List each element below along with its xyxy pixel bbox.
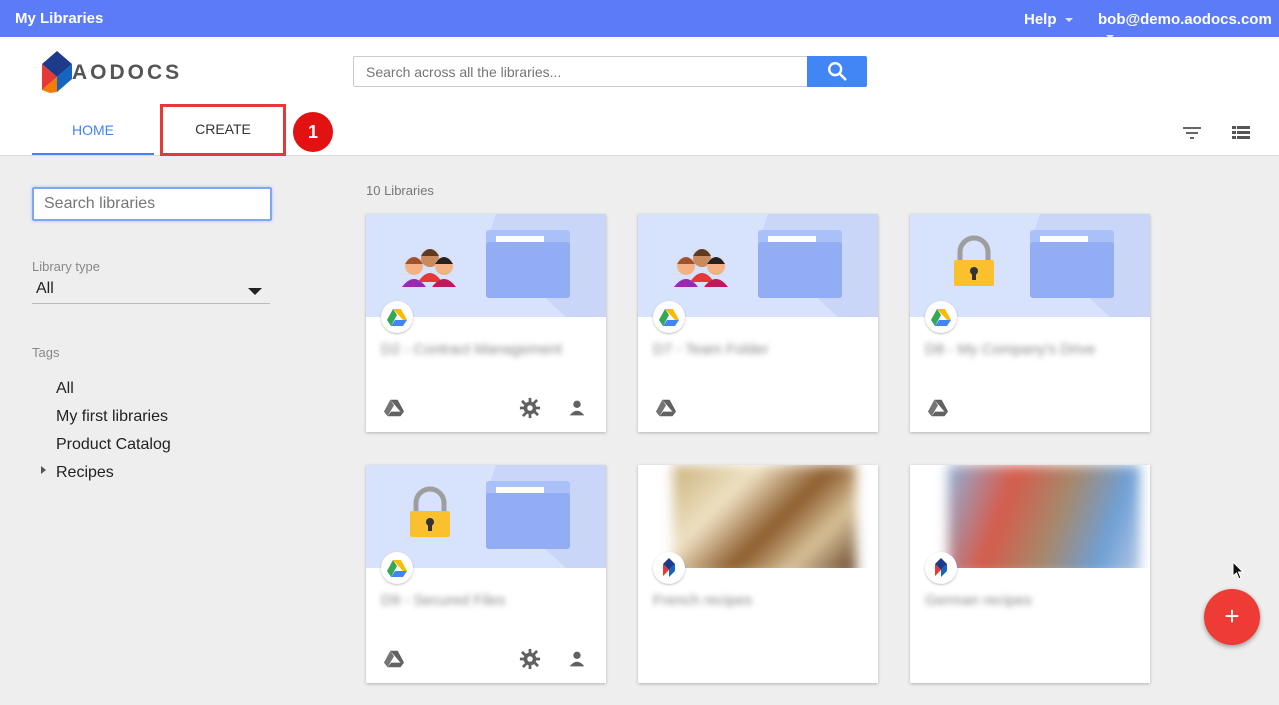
google-drive-badge	[381, 301, 413, 333]
help-label: Help	[1024, 11, 1057, 28]
aodocs-logo-icon	[42, 51, 72, 93]
tag-item-all[interactable]: All	[56, 380, 74, 398]
google-drive-icon	[655, 399, 677, 417]
library-card[interactable]: D8 - My Company's Drive	[910, 214, 1150, 432]
library-card[interactable]: French recipes	[638, 465, 878, 683]
aodocs-logo-icon	[663, 558, 675, 577]
google-drive-icon	[387, 560, 407, 577]
library-name: D2 - Contract Management	[381, 341, 562, 358]
library-name: D8 - My Company's Drive	[925, 341, 1096, 358]
google-drive-icon	[383, 650, 405, 668]
library-name: D7 - Team Folder	[653, 341, 769, 358]
recipe-photo	[673, 465, 856, 568]
list-view-icon[interactable]	[1229, 121, 1253, 145]
tags-label: Tags	[32, 345, 60, 360]
aodocs-logo-icon	[935, 558, 947, 577]
library-type-label: Library type	[32, 259, 100, 274]
google-drive-icon	[383, 399, 405, 417]
tag-item-recipes[interactable]: Recipes	[56, 464, 114, 482]
recipe-photo	[948, 465, 1140, 568]
user-email: bob@demo.aodocs.com	[1098, 11, 1272, 28]
tag-item-product-catalog[interactable]: Product Catalog	[56, 436, 171, 454]
library-name: French recipes	[653, 592, 753, 609]
search-icon	[828, 62, 847, 81]
add-library-button[interactable]: +	[1204, 589, 1260, 645]
library-type-select[interactable]: All	[32, 280, 270, 304]
search-button[interactable]	[807, 56, 867, 87]
google-drive-badge	[925, 301, 957, 333]
library-search-input[interactable]	[32, 187, 272, 221]
library-type-value: All	[36, 280, 54, 297]
google-drive-icon	[927, 399, 949, 417]
global-search-input[interactable]	[353, 56, 807, 87]
library-card[interactable]: D9 - Secured Files	[366, 465, 606, 683]
library-name: German recipes	[925, 592, 1032, 609]
gear-icon[interactable]	[519, 397, 541, 419]
mouse-cursor-icon	[1232, 561, 1245, 580]
logo-text: AODOCS	[72, 61, 183, 84]
person-icon[interactable]	[566, 648, 588, 670]
gear-icon[interactable]	[519, 648, 541, 670]
dropdown-arrow-icon	[248, 288, 262, 295]
expand-arrow-icon[interactable]	[41, 466, 46, 474]
tag-item-my-first-libraries[interactable]: My first libraries	[56, 408, 168, 426]
google-drive-icon	[387, 309, 407, 326]
aodocs-badge	[925, 552, 957, 584]
library-card[interactable]: D7 - Team Folder	[638, 214, 878, 432]
top-bar: My Libraries Help bob@demo.aodocs.com	[0, 0, 1279, 40]
library-count: 10 Libraries	[366, 183, 434, 198]
tab-home[interactable]: HOME	[32, 105, 154, 155]
aodocs-badge	[653, 552, 685, 584]
aodocs-logo[interactable]: AODOCS	[42, 49, 182, 93]
filter-icon[interactable]	[1180, 121, 1204, 145]
google-drive-icon	[659, 309, 679, 326]
google-drive-icon	[931, 309, 951, 326]
library-card[interactable]: German recipes	[910, 465, 1150, 683]
help-menu[interactable]: Help	[1024, 11, 1073, 28]
header: AODOCS HOME CREATE 1	[0, 37, 1279, 156]
google-drive-badge	[653, 301, 685, 333]
person-icon[interactable]	[566, 397, 588, 419]
library-name: D9 - Secured Files	[381, 592, 506, 609]
step-badge: 1	[293, 112, 333, 152]
app-title: My Libraries	[15, 10, 104, 27]
google-drive-badge	[381, 552, 413, 584]
tab-create[interactable]: CREATE	[160, 104, 286, 156]
chevron-down-icon	[1064, 18, 1073, 23]
library-card[interactable]: D2 - Contract Management	[366, 214, 606, 432]
